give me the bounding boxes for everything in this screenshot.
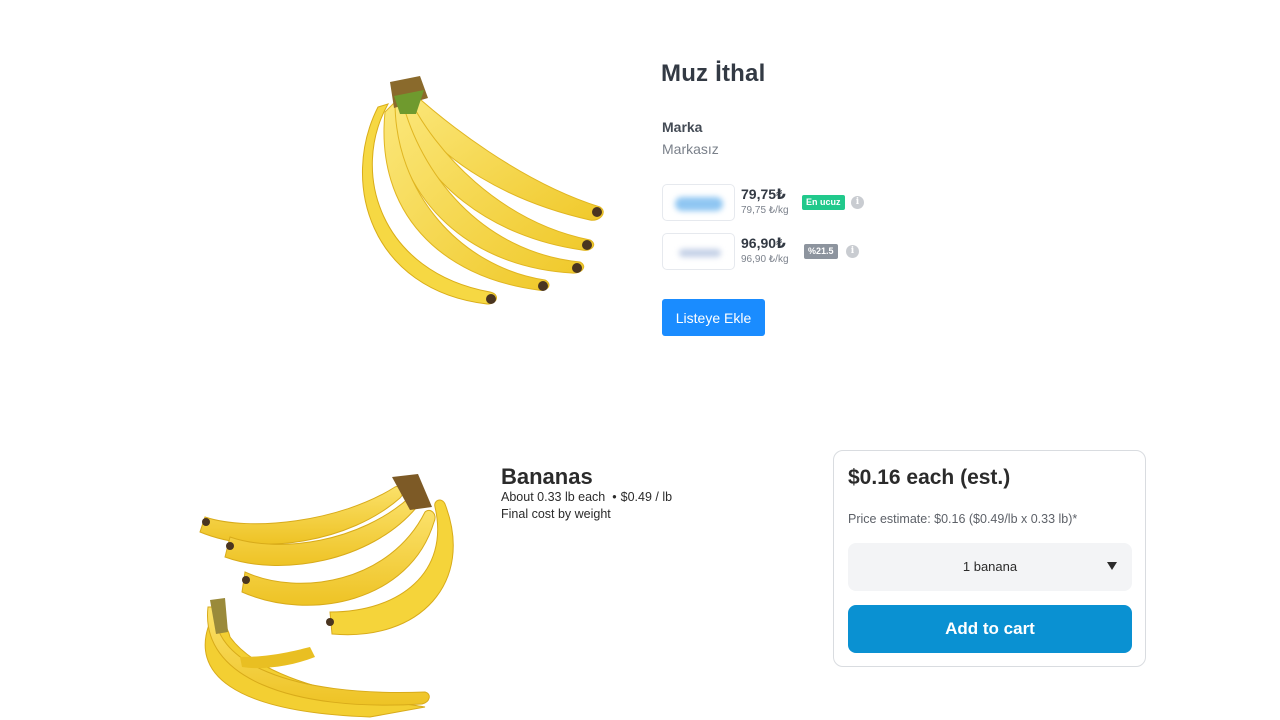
cheapest-badge: En ucuz xyxy=(802,195,845,210)
add-to-list-button[interactable]: Listeye Ekle xyxy=(662,299,765,336)
price-difference-badge: %21.5 xyxy=(804,244,838,259)
store-logo[interactable] xyxy=(662,233,735,270)
product-title: Bananas xyxy=(501,464,593,489)
price-each: $0.16 each (est.) xyxy=(848,466,1011,489)
separator-dot: • xyxy=(612,490,617,504)
final-cost-note: Final cost by weight xyxy=(501,507,611,521)
bananas-image xyxy=(199,474,454,718)
price-estimate: Price estimate: $0.16 ($0.49/lb x 0.33 l… xyxy=(848,512,1078,526)
offer-unit-price: 96,90 ₺/kg xyxy=(741,254,789,265)
banana-bunch-image xyxy=(361,76,604,305)
brand-label: Marka xyxy=(662,119,703,135)
store-offer[interactable]: 79,75₺ 79,75 ₺/kg En ucuz i xyxy=(662,184,882,222)
offer-price: 79,75₺ xyxy=(741,186,786,202)
info-icon[interactable]: i xyxy=(846,245,859,258)
add-to-cart-button[interactable]: Add to cart xyxy=(848,605,1132,653)
quantity-select[interactable]: 1 banana xyxy=(848,543,1132,591)
offer-price: 96,90₺ xyxy=(741,235,786,251)
size-text: About 0.33 lb each xyxy=(501,490,606,504)
offer-unit-price: 79,75 ₺/kg xyxy=(741,205,789,216)
brand-value: Markasız xyxy=(662,141,719,157)
store-logo[interactable] xyxy=(662,184,735,221)
product-size-info: About 0.33 lb each • $0.49 / lb xyxy=(501,490,672,504)
price-per-lb: $0.49 / lb xyxy=(620,490,673,504)
store-offer[interactable]: 96,90₺ 96,90 ₺/kg %21.5 i xyxy=(662,233,882,271)
info-icon[interactable]: i xyxy=(851,196,864,209)
product-title: Muz İthal xyxy=(661,60,766,87)
caret-down-icon xyxy=(1107,562,1117,570)
quantity-selected-value: 1 banana xyxy=(962,559,1018,574)
purchase-card: $0.16 each (est.) Price estimate: $0.16 … xyxy=(833,450,1146,667)
